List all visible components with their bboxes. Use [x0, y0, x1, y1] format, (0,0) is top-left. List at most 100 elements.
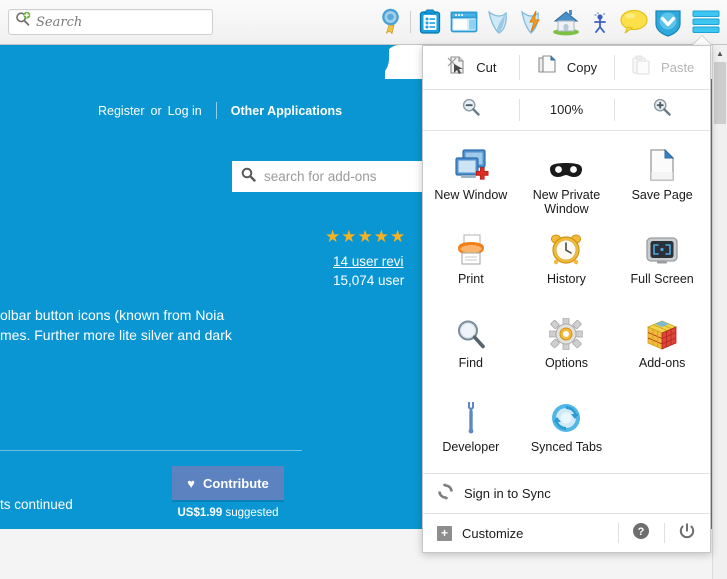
addon-description: olbar button icons (known from Noia mes.… — [0, 305, 300, 345]
new-window-label: New Window — [434, 188, 507, 202]
full-screen-icon — [645, 228, 679, 266]
suggested-price: US$1.99 — [177, 507, 222, 519]
scrollbar-up-arrow[interactable]: ▲ — [713, 45, 727, 61]
copy-button[interactable]: Copy — [519, 46, 615, 89]
rubik-cube-addons-icon — [646, 312, 678, 350]
contribute-label: Contribute — [203, 476, 269, 491]
question-mark-icon: ? — [632, 522, 650, 545]
cut-label: Cut — [476, 60, 496, 75]
rating-stars: ★★★★★ — [325, 227, 406, 247]
customize-button[interactable]: + Customize — [423, 514, 618, 552]
nav-divider — [216, 102, 217, 119]
blue-wing-icon[interactable] — [481, 2, 515, 42]
paste-button[interactable]: Paste — [614, 46, 710, 89]
search-placeholder: Search — [36, 15, 82, 30]
scrollbar-thumb[interactable] — [714, 62, 726, 124]
zoom-in-icon — [652, 97, 672, 122]
gear-options-icon — [549, 312, 583, 350]
developer-label: Developer — [442, 440, 499, 454]
contribute-button[interactable]: ♥ Contribute — [172, 466, 284, 500]
print-label: Print — [458, 272, 484, 286]
browser-window-icon[interactable] — [447, 2, 481, 42]
paste-icon — [630, 54, 652, 81]
copy-icon — [536, 54, 558, 81]
new-window-button[interactable]: New Window — [423, 137, 519, 221]
panel-icon-grid: New Window New Private Window Save P — [423, 131, 710, 473]
clipboard-list-icon[interactable] — [413, 2, 447, 42]
zoom-level-button[interactable]: 100% — [519, 90, 615, 131]
help-button[interactable]: ? — [618, 514, 664, 552]
svg-text:?: ? — [638, 526, 645, 538]
yellow-speech-bubble-icon[interactable] — [617, 2, 651, 42]
alarm-clock-history-icon — [549, 228, 583, 266]
options-button[interactable]: Options — [519, 305, 615, 389]
options-label: Options — [545, 356, 588, 370]
sync-circular-arrows-icon — [550, 396, 582, 434]
addons-button[interactable]: Add-ons — [614, 305, 710, 389]
print-button[interactable]: Print — [423, 221, 519, 305]
blue-chevron-badge-icon[interactable] — [651, 2, 685, 42]
search-input[interactable]: Search — [8, 9, 213, 35]
new-window-icon — [453, 144, 489, 182]
full-screen-label: Full Screen — [631, 272, 694, 286]
nav-or-text: or — [151, 104, 162, 118]
history-label: History — [547, 272, 586, 286]
vertical-scrollbar[interactable]: ▲ — [712, 45, 727, 579]
user-reviews-link[interactable]: 14 user revi — [333, 254, 404, 269]
firefox-hamburger-panel: Cut Copy Paste — [422, 45, 711, 553]
cut-button[interactable]: Cut — [423, 46, 519, 89]
mozilla-logo[interactable]: m — [398, 97, 424, 131]
other-applications-link[interactable]: Other Applications — [231, 104, 342, 118]
save-page-icon — [647, 144, 677, 182]
home-house-icon[interactable] — [549, 2, 583, 42]
customize-label: Customize — [462, 526, 523, 541]
register-link[interactable]: Register — [98, 104, 145, 118]
zoom-out-icon — [461, 97, 481, 122]
find-button[interactable]: Find — [423, 305, 519, 389]
sync-icon — [437, 483, 454, 505]
power-button[interactable] — [664, 514, 710, 552]
power-icon — [678, 522, 696, 545]
paste-label: Paste — [661, 60, 694, 75]
suggested-word: suggested — [225, 507, 278, 519]
synced-tabs-label: Synced Tabs — [531, 440, 602, 454]
save-page-label: Save Page — [632, 188, 693, 202]
addon-search-placeholder: search for add-ons — [264, 169, 377, 184]
panel-bottom-row: + Customize ? — [423, 513, 710, 552]
find-label: Find — [459, 356, 483, 370]
account-nav: Register or Log in Other Applications — [98, 102, 342, 119]
new-private-window-label: New Private Window — [523, 188, 609, 216]
heart-icon: ♥ — [187, 476, 195, 491]
description-line-2: mes. Further more lite silver and dark — [0, 325, 300, 345]
search-add-icon — [15, 11, 32, 33]
sign-in-to-sync-button[interactable]: Sign in to Sync — [423, 473, 710, 513]
shield-lightning-icon[interactable] — [515, 2, 549, 42]
user-count-text: 15,074 user — [333, 273, 404, 288]
printer-icon — [453, 228, 489, 266]
addons-label: Add-ons — [639, 356, 686, 370]
section-divider — [0, 450, 302, 451]
zoom-in-button[interactable] — [614, 90, 710, 131]
award-ribbon-icon[interactable] — [374, 2, 408, 42]
private-browsing-mask-icon — [546, 144, 586, 182]
synced-tabs-button[interactable]: Synced Tabs — [519, 389, 615, 473]
copy-label: Copy — [567, 60, 597, 75]
contributors-text: ts continued — [0, 497, 73, 512]
zoom-level-label: 100% — [550, 102, 583, 117]
save-page-button[interactable]: Save Page — [614, 137, 710, 221]
new-private-window-button[interactable]: New Private Window — [519, 137, 615, 221]
search-icon — [241, 167, 256, 187]
description-line-1: olbar button icons (known from Noia — [0, 305, 300, 325]
plus-box-icon: + — [437, 526, 452, 541]
cut-icon — [445, 54, 467, 81]
edit-controls-row: Cut Copy Paste — [423, 46, 710, 90]
wrench-developer-icon — [459, 396, 483, 434]
full-screen-button[interactable]: Full Screen — [614, 221, 710, 305]
suggested-amount: US$1.99 suggested — [172, 507, 284, 519]
login-link[interactable]: Log in — [168, 104, 202, 118]
tiny-person-icon[interactable] — [583, 2, 617, 42]
zoom-out-button[interactable] — [423, 90, 519, 131]
developer-button[interactable]: Developer — [423, 389, 519, 473]
history-button[interactable]: History — [519, 221, 615, 305]
browser-toolbar: Search — [0, 0, 727, 45]
